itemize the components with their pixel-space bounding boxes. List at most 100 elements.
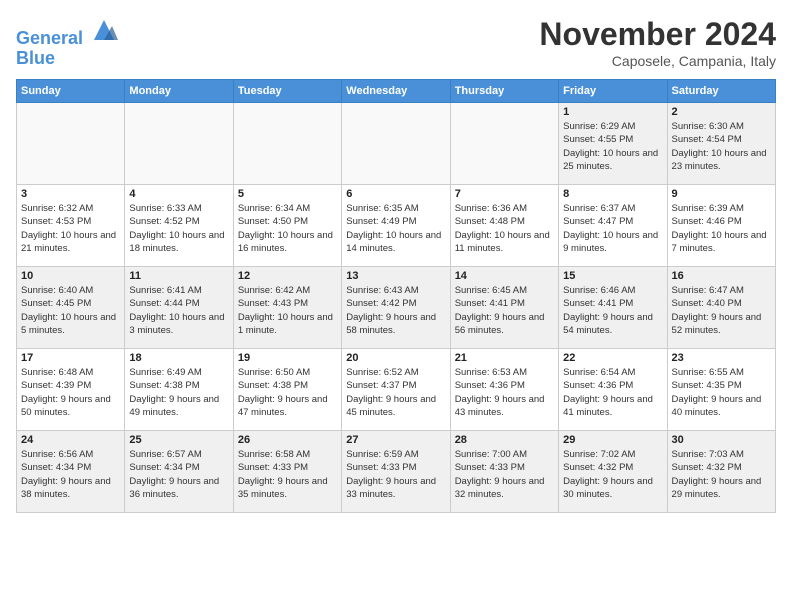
col-header-sunday: Sunday [17, 80, 125, 103]
logo-text: General [16, 16, 118, 49]
day-number: 26 [238, 434, 337, 446]
day-number: 29 [563, 434, 662, 446]
calendar-cell: 27 Sunrise: 6:59 AM Sunset: 4:33 PM Dayli… [342, 431, 450, 513]
day-number: 15 [563, 270, 662, 282]
day-info: Sunrise: 6:40 AM Sunset: 4:45 PM Dayligh… [21, 284, 120, 337]
day-info: Sunrise: 6:48 AM Sunset: 4:39 PM Dayligh… [21, 366, 120, 419]
calendar-cell: 5 Sunrise: 6:34 AM Sunset: 4:50 PM Daylig… [233, 185, 341, 267]
day-number: 13 [346, 270, 445, 282]
day-info: Sunrise: 6:36 AM Sunset: 4:48 PM Dayligh… [455, 202, 554, 255]
logo: General Blue [16, 16, 118, 69]
day-info: Sunrise: 6:53 AM Sunset: 4:36 PM Dayligh… [455, 366, 554, 419]
calendar-cell: 2 Sunrise: 6:30 AM Sunset: 4:54 PM Daylig… [667, 103, 775, 185]
calendar-cell: 13 Sunrise: 6:43 AM Sunset: 4:42 PM Dayli… [342, 267, 450, 349]
day-number: 30 [672, 434, 771, 446]
day-info: Sunrise: 6:46 AM Sunset: 4:41 PM Dayligh… [563, 284, 662, 337]
logo-general: General [16, 28, 83, 48]
day-number: 25 [129, 434, 228, 446]
day-info: Sunrise: 6:30 AM Sunset: 4:54 PM Dayligh… [672, 120, 771, 173]
day-info: Sunrise: 6:47 AM Sunset: 4:40 PM Dayligh… [672, 284, 771, 337]
week-row-2: 10 Sunrise: 6:40 AM Sunset: 4:45 PM Dayli… [17, 267, 776, 349]
day-info: Sunrise: 6:50 AM Sunset: 4:38 PM Dayligh… [238, 366, 337, 419]
page: General Blue November 2024 Caposele, Cam… [0, 0, 792, 612]
col-header-wednesday: Wednesday [342, 80, 450, 103]
day-number: 17 [21, 352, 120, 364]
calendar-cell: 25 Sunrise: 6:57 AM Sunset: 4:34 PM Dayli… [125, 431, 233, 513]
col-header-tuesday: Tuesday [233, 80, 341, 103]
day-info: Sunrise: 6:52 AM Sunset: 4:37 PM Dayligh… [346, 366, 445, 419]
day-info: Sunrise: 6:37 AM Sunset: 4:47 PM Dayligh… [563, 202, 662, 255]
calendar-cell [342, 103, 450, 185]
calendar-cell: 21 Sunrise: 6:53 AM Sunset: 4:36 PM Dayli… [450, 349, 558, 431]
day-number: 4 [129, 188, 228, 200]
day-info: Sunrise: 7:02 AM Sunset: 4:32 PM Dayligh… [563, 448, 662, 501]
day-number: 10 [21, 270, 120, 282]
title-block: November 2024 Caposele, Campania, Italy [539, 16, 776, 69]
calendar-cell: 1Sunrise: 6:29 AM Sunset: 4:55 PM Daylig… [559, 103, 667, 185]
day-number: 6 [346, 188, 445, 200]
day-info: Sunrise: 6:57 AM Sunset: 4:34 PM Dayligh… [129, 448, 228, 501]
day-number: 28 [455, 434, 554, 446]
day-info: Sunrise: 6:54 AM Sunset: 4:36 PM Dayligh… [563, 366, 662, 419]
day-number: 9 [672, 188, 771, 200]
week-row-3: 17 Sunrise: 6:48 AM Sunset: 4:39 PM Dayli… [17, 349, 776, 431]
week-row-0: 1Sunrise: 6:29 AM Sunset: 4:55 PM Daylig… [17, 103, 776, 185]
header: General Blue November 2024 Caposele, Cam… [16, 16, 776, 69]
day-info: Sunrise: 6:55 AM Sunset: 4:35 PM Dayligh… [672, 366, 771, 419]
day-info: Sunrise: 6:41 AM Sunset: 4:44 PM Dayligh… [129, 284, 228, 337]
day-info: Sunrise: 6:49 AM Sunset: 4:38 PM Dayligh… [129, 366, 228, 419]
day-number: 3 [21, 188, 120, 200]
day-info: Sunrise: 6:59 AM Sunset: 4:33 PM Dayligh… [346, 448, 445, 501]
day-number: 8 [563, 188, 662, 200]
calendar-cell: 28 Sunrise: 7:00 AM Sunset: 4:33 PM Dayli… [450, 431, 558, 513]
day-number: 5 [238, 188, 337, 200]
day-info: Sunrise: 7:03 AM Sunset: 4:32 PM Dayligh… [672, 448, 771, 501]
day-number: 7 [455, 188, 554, 200]
day-info: Sunrise: 6:45 AM Sunset: 4:41 PM Dayligh… [455, 284, 554, 337]
calendar-cell [233, 103, 341, 185]
calendar-cell: 3 Sunrise: 6:32 AM Sunset: 4:53 PM Daylig… [17, 185, 125, 267]
day-number: 2 [672, 106, 771, 118]
calendar-cell: 10 Sunrise: 6:40 AM Sunset: 4:45 PM Dayli… [17, 267, 125, 349]
day-info: Sunrise: 6:39 AM Sunset: 4:46 PM Dayligh… [672, 202, 771, 255]
day-number: 24 [21, 434, 120, 446]
day-number: 21 [455, 352, 554, 364]
day-info: Sunrise: 7:00 AM Sunset: 4:33 PM Dayligh… [455, 448, 554, 501]
subtitle: Caposele, Campania, Italy [539, 53, 776, 69]
logo-icon [90, 16, 118, 44]
day-info: Sunrise: 6:43 AM Sunset: 4:42 PM Dayligh… [346, 284, 445, 337]
day-info: Sunrise: 6:56 AM Sunset: 4:34 PM Dayligh… [21, 448, 120, 501]
calendar-cell: 20Sunrise: 6:52 AM Sunset: 4:37 PM Dayli… [342, 349, 450, 431]
col-header-saturday: Saturday [667, 80, 775, 103]
calendar-cell: 22Sunrise: 6:54 AM Sunset: 4:36 PM Dayli… [559, 349, 667, 431]
day-number: 19 [238, 352, 337, 364]
month-title: November 2024 [539, 16, 776, 53]
calendar-cell: 11 Sunrise: 6:41 AM Sunset: 4:44 PM Dayli… [125, 267, 233, 349]
day-info: Sunrise: 6:34 AM Sunset: 4:50 PM Dayligh… [238, 202, 337, 255]
day-number: 18 [129, 352, 228, 364]
day-info: Sunrise: 6:32 AM Sunset: 4:53 PM Dayligh… [21, 202, 120, 255]
day-number: 11 [129, 270, 228, 282]
calendar-cell: 23 Sunrise: 6:55 AM Sunset: 4:35 PM Dayli… [667, 349, 775, 431]
calendar-cell: 16Sunrise: 6:47 AM Sunset: 4:40 PM Dayli… [667, 267, 775, 349]
logo-blue: Blue [16, 49, 118, 69]
col-header-thursday: Thursday [450, 80, 558, 103]
calendar-cell [17, 103, 125, 185]
day-number: 27 [346, 434, 445, 446]
day-number: 23 [672, 352, 771, 364]
col-header-monday: Monday [125, 80, 233, 103]
calendar-cell: 26 Sunrise: 6:58 AM Sunset: 4:33 PM Dayli… [233, 431, 341, 513]
day-info: Sunrise: 6:58 AM Sunset: 4:33 PM Dayligh… [238, 448, 337, 501]
calendar-cell: 24 Sunrise: 6:56 AM Sunset: 4:34 PM Dayli… [17, 431, 125, 513]
calendar-cell: 14 Sunrise: 6:45 AM Sunset: 4:41 PM Dayli… [450, 267, 558, 349]
col-header-friday: Friday [559, 80, 667, 103]
day-info: Sunrise: 6:35 AM Sunset: 4:49 PM Dayligh… [346, 202, 445, 255]
week-row-4: 24 Sunrise: 6:56 AM Sunset: 4:34 PM Dayli… [17, 431, 776, 513]
day-info: Sunrise: 6:29 AM Sunset: 4:55 PM Dayligh… [563, 120, 662, 173]
calendar-cell: 18 Sunrise: 6:49 AM Sunset: 4:38 PM Dayli… [125, 349, 233, 431]
day-number: 14 [455, 270, 554, 282]
calendar-cell: 9 Sunrise: 6:39 AM Sunset: 4:46 PM Daylig… [667, 185, 775, 267]
calendar-cell: 30 Sunrise: 7:03 AM Sunset: 4:32 PM Dayli… [667, 431, 775, 513]
calendar-cell: 17 Sunrise: 6:48 AM Sunset: 4:39 PM Dayli… [17, 349, 125, 431]
calendar-cell: 15 Sunrise: 6:46 AM Sunset: 4:41 PM Dayli… [559, 267, 667, 349]
